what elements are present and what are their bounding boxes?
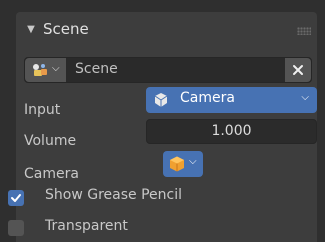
triangle-down-icon[interactable]: ▼ [25,24,37,36]
drag-grip-icon[interactable] [297,27,311,35]
camera-object-icon [170,156,184,172]
volume-field[interactable]: 1.000 [146,119,317,144]
scene-browse-button[interactable]: ⌵ [25,58,66,82]
chevron-down-icon: ⌵ [301,92,309,103]
camera-object-picker[interactable]: ⌵ [163,151,203,177]
scene-name-field[interactable]: Scene [75,61,118,77]
unlink-scene-button[interactable] [285,58,311,82]
panel-title: Scene [43,20,89,38]
show-grease-pencil-checkbox[interactable] [8,190,24,206]
scene-data-icon [33,64,47,76]
transparent-label[interactable]: Transparent [45,218,128,234]
checkmark-icon [11,194,21,202]
input-value: Camera [180,90,235,106]
volume-label: Volume [24,133,77,149]
scene-selector: ⌵ Scene [24,57,312,83]
camera-label: Camera [24,166,79,182]
chevron-down-icon: ⌵ [189,156,197,167]
camera-icon [154,93,168,107]
input-label: Input [24,102,61,118]
transparent-checkbox[interactable] [8,220,24,236]
panel-header[interactable]: ▼ Scene [16,12,317,50]
chevron-down-icon: ⌵ [52,63,60,74]
close-icon [293,65,303,75]
input-dropdown[interactable]: Camera ⌵ [146,87,317,113]
show-grease-pencil-label[interactable]: Show Grease Pencil [45,187,182,203]
